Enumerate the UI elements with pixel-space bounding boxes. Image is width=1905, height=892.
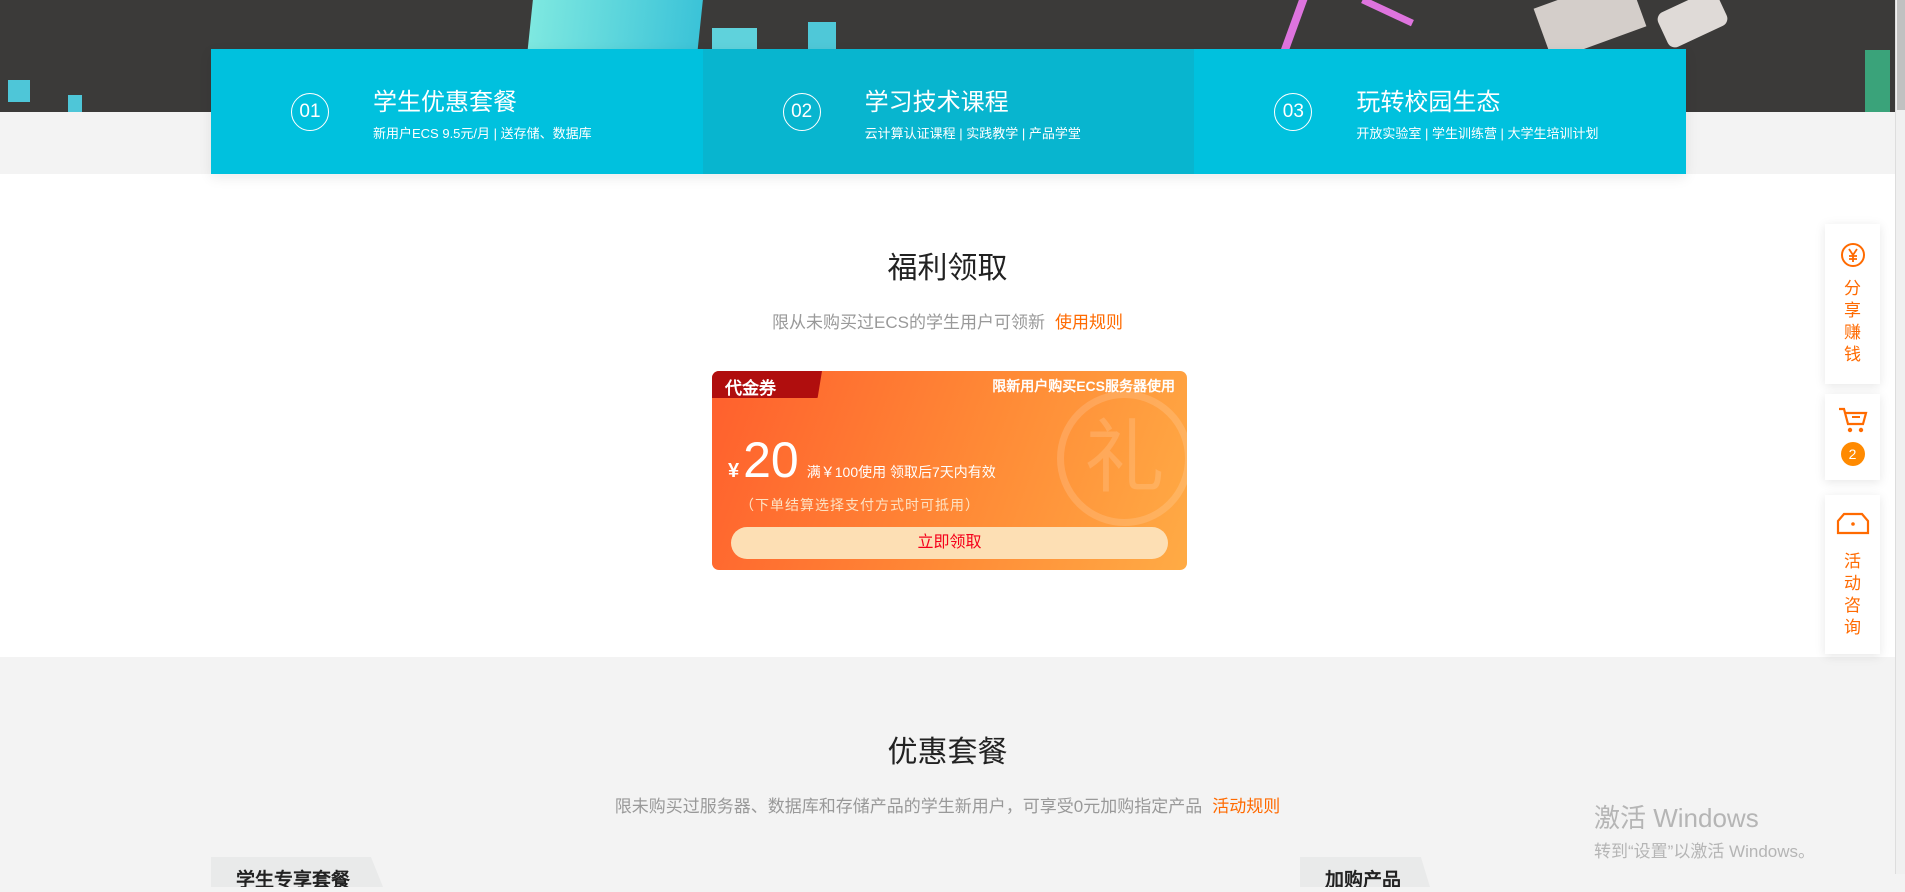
feature-number: 03	[1274, 92, 1313, 131]
amount-value: 20	[743, 432, 799, 488]
voucher-amount: ¥ 20 满￥100使用 领取后7天内有效	[728, 431, 996, 489]
tab-addon-products[interactable]: 加购产品	[1300, 857, 1430, 887]
page-scrollbar[interactable]	[1895, 0, 1905, 874]
feature-campus[interactable]: 03 玩转校园生态开放实验室 | 学生训练营 | 大学生培训计划	[1194, 49, 1687, 174]
welfare-title: 福利领取	[887, 252, 1008, 285]
consult-icon	[1836, 512, 1869, 535]
voucher-note: （下单结算选择支付方式时可抵用）	[740, 497, 980, 513]
voucher-tag: 代金券	[712, 371, 822, 398]
voucher-condition: 满￥100使用 领取后7天内有效	[806, 464, 996, 480]
feature-strip: 01 学生优惠套餐新用户ECS 9.5元/月 | 送存储、数据库 02 学习技术…	[211, 49, 1687, 174]
scrollbar-thumb[interactable]	[1897, 0, 1905, 110]
feature-title: 玩转校园生态	[1356, 88, 1501, 116]
watermark-line2: 转到“设置”以激活 Windows。	[1594, 842, 1816, 861]
feature-desc: 新用户ECS 9.5元/月 | 送存储、数据库	[373, 125, 592, 141]
activity-consult-button[interactable]: 活动咨询	[1825, 495, 1880, 654]
tab-student-package[interactable]: 学生专享套餐	[211, 857, 383, 887]
feature-courses[interactable]: 02 学习技术课程云计算认证课程 | 实践教学 | 产品学堂	[702, 49, 1195, 174]
currency-symbol: ¥	[728, 460, 740, 482]
feature-student-package[interactable]: 01 学生优惠套餐新用户ECS 9.5元/月 | 送存储、数据库	[211, 49, 703, 174]
feature-title: 学习技术课程	[864, 88, 1009, 116]
watermark-line1: 激活 Windows	[1594, 803, 1759, 833]
cart-button[interactable]: 2	[1825, 394, 1880, 480]
windows-activation-watermark: 激活 Windows 转到“设置”以激活 Windows。	[1594, 798, 1815, 862]
share-earn-label: 分享赚钱	[1844, 279, 1861, 364]
feature-desc: 开放实验室 | 学生训练营 | 大学生培训计划	[1356, 125, 1599, 141]
feature-number: 02	[782, 92, 821, 131]
feature-title: 学生优惠套餐	[373, 88, 517, 116]
welfare-subtitle: 限从未购买过ECS的学生用户可领新 使用规则	[0, 308, 1895, 333]
packages-title: 优惠套餐	[887, 736, 1008, 769]
share-earn-button[interactable]: 分享赚钱	[1825, 224, 1880, 384]
yen-coin-icon	[1840, 243, 1865, 267]
activity-consult-label: 活动咨询	[1844, 552, 1861, 637]
usage-rules-link[interactable]: 使用规则	[1055, 313, 1123, 332]
voucher-limit: 限新用户购买ECS服务器使用	[992, 378, 1175, 394]
welfare-subtitle-text: 限从未购买过ECS的学生用户可领新	[772, 313, 1045, 332]
cart-count-badge: 2	[1840, 442, 1865, 466]
voucher-card: 代金券 限新用户购买ECS服务器使用 礼 ¥ 20 满￥100使用 领取后7天内…	[712, 371, 1187, 570]
gift-watermark-icon: 礼	[1057, 391, 1187, 526]
packages-subtitle-text: 限未购买过服务器、数据库和存储产品的学生新用户，可享受0元加购指定产品	[614, 797, 1203, 816]
claim-button[interactable]: 立即领取	[731, 527, 1168, 559]
activity-rules-link[interactable]: 活动规则	[1212, 797, 1280, 816]
feature-number: 01	[291, 92, 329, 131]
feature-desc: 云计算认证课程 | 实践教学 | 产品学堂	[864, 125, 1081, 141]
cart-icon	[1838, 407, 1867, 433]
